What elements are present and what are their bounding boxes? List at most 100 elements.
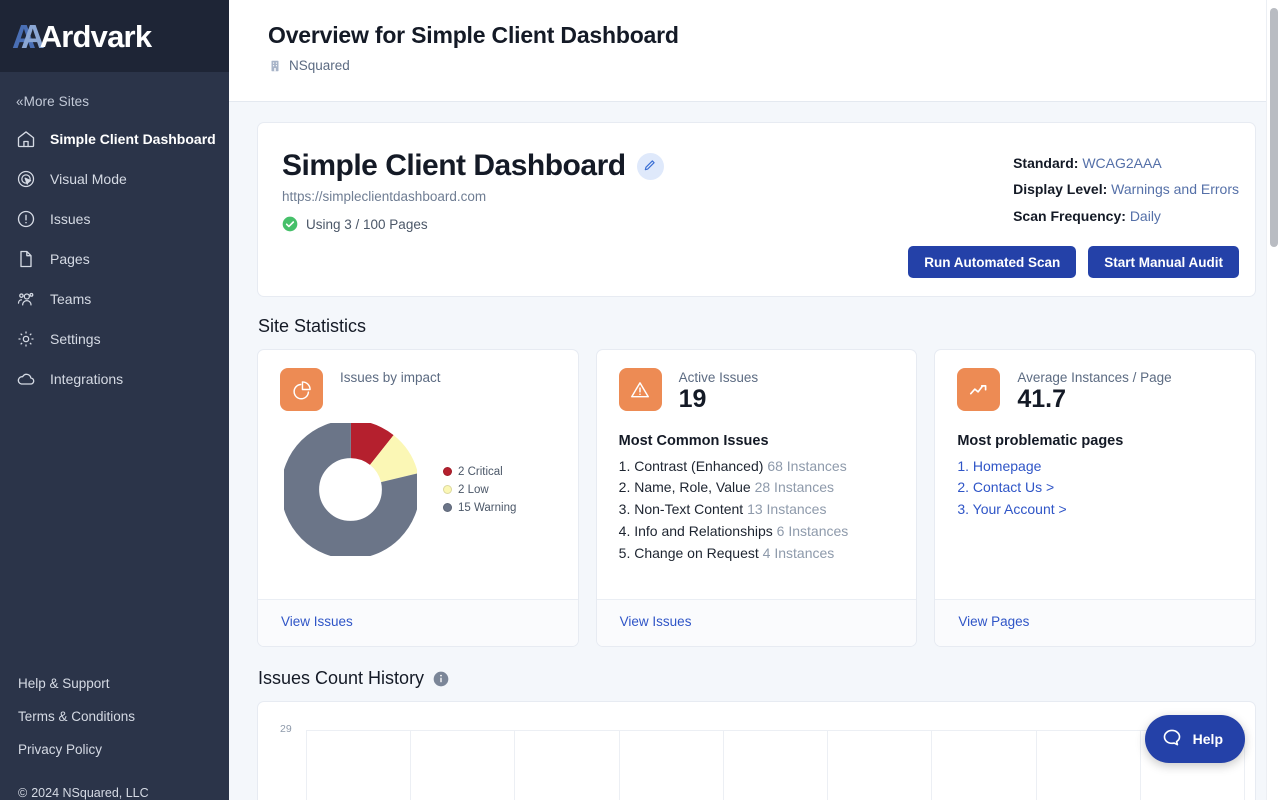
rank-number: 3. — [957, 501, 970, 518]
sidebar-item-simple-client-dashboard[interactable]: Simple Client Dashboard — [0, 119, 229, 159]
help-button-label: Help — [1192, 731, 1223, 747]
help-button[interactable]: Help — [1144, 715, 1245, 763]
issue-name: Name, Role, Value — [634, 479, 751, 496]
gridline — [1035, 731, 1037, 800]
sidebar-footer-links: Help & Support Terms & Conditions Privac… — [0, 667, 229, 780]
start-manual-audit-button[interactable]: Start Manual Audit — [1088, 246, 1239, 278]
logo-container[interactable]: AA Ardvark — [0, 0, 229, 72]
history-chart-inner: 29 — [258, 702, 1255, 800]
scrollbar-track[interactable] — [1266, 0, 1280, 800]
content-area: Simple Client Dashboard https://simplecl… — [229, 102, 1280, 800]
site-name-row: Simple Client Dashboard — [282, 149, 664, 183]
main-content: Overview for Simple Client Dashboard NSq… — [229, 0, 1280, 800]
issue-count: 6 Instances — [776, 523, 849, 540]
issues-donut-chart — [284, 423, 417, 556]
gridline — [827, 731, 829, 800]
sidebar-item-label: Pages — [50, 251, 90, 267]
sidebar-item-issues[interactable]: Issues — [0, 199, 229, 239]
site-url[interactable]: https://simpleclientdashboard.com — [282, 189, 664, 204]
meta-standard: Standard: WCAG2AAA — [1013, 153, 1239, 173]
gridline — [1139, 731, 1141, 800]
meta-scan-frequency: Scan Frequency: Daily — [1013, 206, 1239, 226]
copyright-text: 2024 NSquared, LLC — [31, 786, 149, 800]
info-icon[interactable] — [433, 671, 449, 687]
page-name: Contact Us > — [972, 479, 1055, 496]
sidebar-item-label: Integrations — [50, 371, 124, 387]
sidebar-item-visual-mode[interactable]: Visual Mode — [0, 159, 229, 199]
issues-count-history-chart: 29 — [257, 701, 1256, 800]
document-icon — [16, 249, 36, 269]
issue-count: 68 Instances — [767, 457, 847, 474]
gridline — [618, 731, 620, 800]
issues-by-impact-card: Issues by impact 2 Critical 2 Low 15 War… — [257, 349, 579, 647]
view-issues-link[interactable]: View Issues — [620, 614, 692, 629]
rank-number: 2. — [957, 479, 970, 496]
building-icon — [268, 59, 282, 73]
average-instances-label: Average Instances / Page — [1017, 370, 1172, 385]
issue-name: Info and Relationships — [634, 523, 773, 540]
privacy-policy-link[interactable]: Privacy Policy — [18, 733, 229, 766]
list-item: 3. Non-Text Content 13 Instances — [619, 499, 897, 521]
meta-standard-value[interactable]: WCAG2AAA — [1082, 155, 1161, 171]
gear-icon — [16, 329, 36, 349]
active-issues-label: Active Issues — [678, 370, 759, 385]
legend-label-low: 2 Low — [458, 483, 489, 496]
page-link[interactable]: 3. Your Account > — [957, 501, 1066, 517]
pie-chart-icon — [280, 368, 323, 411]
meta-scan-frequency-value[interactable]: Daily — [1130, 208, 1161, 224]
site-meta: Standard: WCAG2AAA Display Level: Warnin… — [1013, 149, 1239, 232]
gridline — [514, 731, 516, 800]
average-instances-card: Average Instances / Page 41.7 Most probl… — [934, 349, 1256, 647]
brand-name: Ardvark — [39, 18, 152, 54]
donut-chart-row: 2 Critical 2 Low 15 Warning — [280, 423, 558, 556]
edit-site-button[interactable] — [636, 152, 664, 180]
sidebar-item-settings[interactable]: Settings — [0, 319, 229, 359]
gridline — [722, 731, 724, 800]
site-statistics-heading: Site Statistics — [258, 316, 367, 336]
rank-number: 2. — [618, 479, 631, 496]
issue-count: 4 Instances — [762, 545, 835, 562]
sidebar-item-pages[interactable]: Pages — [0, 239, 229, 279]
active-issues-value: 19 — [678, 385, 707, 413]
donut-legend: 2 Critical 2 Low 15 Warning — [425, 466, 516, 514]
alert-circle-icon — [16, 209, 36, 229]
more-sites-link[interactable]: «More Sites — [0, 72, 229, 119]
breadcrumb-label: NSquared — [289, 58, 350, 73]
most-problematic-pages-title: Most problematic pages — [957, 432, 1124, 449]
most-common-issues-list: 1. Contrast (Enhanced) 68 Instances 2. N… — [619, 456, 897, 566]
sidebar-item-teams[interactable]: Teams — [0, 279, 229, 319]
statistics-grid: Issues by impact 2 Critical 2 Low 15 War… — [257, 349, 1256, 647]
meta-display-level-value[interactable]: Warnings and Errors — [1111, 181, 1239, 197]
view-pages-link[interactable]: View Pages — [958, 614, 1029, 629]
meta-standard-label: Standard: — [1013, 155, 1079, 171]
y-axis-tick-label: 29 — [280, 723, 292, 735]
sidebar-item-label: Teams — [50, 291, 92, 307]
page-header: Overview for Simple Client Dashboard NSq… — [229, 0, 1280, 102]
breadcrumb[interactable]: NSquared — [268, 58, 1280, 73]
view-issues-link[interactable]: View Issues — [281, 614, 353, 629]
issues-by-impact-footer: View Issues — [258, 599, 578, 646]
scrollbar-thumb[interactable] — [1270, 8, 1278, 247]
legend-item-critical: 2 Critical — [443, 466, 516, 478]
cursor-target-icon — [16, 169, 36, 189]
sidebar-item-integrations[interactable]: Integrations — [0, 359, 229, 399]
issues-count-history-heading-row: Issues Count History — [258, 668, 1256, 689]
terms-conditions-link[interactable]: Terms & Conditions — [18, 700, 229, 733]
meta-scan-frequency-label: Scan Frequency: — [1013, 207, 1126, 224]
sidebar-item-label: Visual Mode — [50, 171, 127, 187]
page-link[interactable]: 2. Contact Us > — [957, 479, 1054, 495]
help-support-link[interactable]: Help & Support — [18, 667, 229, 700]
logo-mark-icon: AA — [12, 17, 45, 55]
page-link[interactable]: 1. Homepage — [957, 458, 1041, 474]
rank-number: 1. — [618, 457, 631, 474]
active-issues-body: Active Issues 19 Most Common Issues 1. C… — [597, 350, 917, 599]
active-issues-head: Active Issues 19 — [618, 368, 897, 414]
legend-dot-critical — [443, 467, 452, 476]
page-name: Your Account > — [972, 501, 1067, 518]
run-automated-scan-button[interactable]: Run Automated Scan — [908, 246, 1077, 278]
meta-display-level: Display Level: Warnings and Errors — [1013, 179, 1239, 199]
site-name: Simple Client Dashboard — [282, 149, 626, 182]
site-summary-card: Simple Client Dashboard https://simplecl… — [257, 122, 1256, 297]
gridline — [306, 731, 307, 800]
